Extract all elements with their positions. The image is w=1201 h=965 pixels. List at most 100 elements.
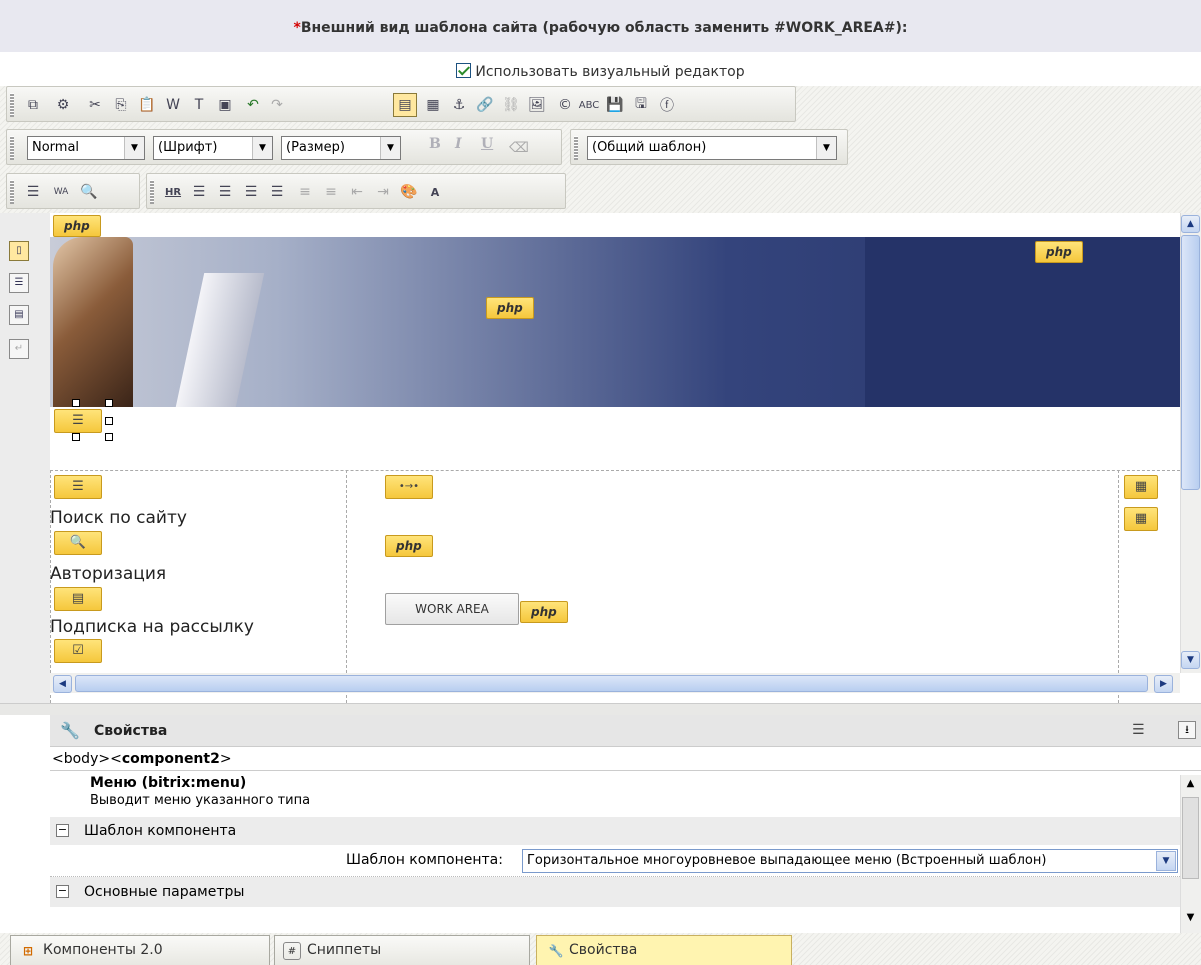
save-icon[interactable]: 💾 (603, 93, 627, 117)
dock-icon[interactable]: ⭳ (1178, 721, 1196, 739)
toolbar-grip[interactable] (10, 136, 14, 160)
snippets-panel-icon[interactable]: ▤ (9, 305, 29, 325)
auth-label: Авторизация (50, 564, 167, 584)
scroll-up-arrow-icon[interactable]: ▲ (1181, 775, 1200, 793)
php-block[interactable]: php (486, 297, 534, 319)
work-area-block[interactable]: WORK AREA (385, 593, 519, 625)
group-basic-params[interactable]: − Основные параметры (50, 877, 1180, 907)
visual-editor-checkbox[interactable] (456, 63, 472, 78)
anchor-icon[interactable]: ⚓ (447, 93, 471, 117)
table-icon[interactable]: ▦ (421, 93, 445, 117)
auth-component-icon[interactable]: ▤ (54, 587, 102, 611)
borders-icon[interactable]: ▤ (393, 93, 417, 117)
eraser-icon[interactable]: ⌫ (507, 136, 531, 160)
copy-icon[interactable]: ⎘ (109, 93, 133, 117)
save-as-icon[interactable]: 🖫 (629, 93, 653, 117)
calendar-component-icon[interactable]: ▦ (1124, 507, 1158, 531)
spellcheck-icon[interactable]: ABC (577, 93, 601, 117)
font-select[interactable]: (Шрифт) ▼ (153, 136, 273, 160)
style-select[interactable]: Normal ▼ (27, 136, 145, 160)
settings-icon[interactable]: ⚙ (51, 93, 75, 117)
panel-splitter[interactable] (0, 703, 1201, 715)
param-label: Шаблон компонента: (346, 852, 503, 868)
unlink-icon[interactable]: ⛓ (499, 93, 523, 117)
php-block[interactable]: php (520, 601, 568, 623)
header-title: Внешний вид шаблона сайта (рабочую облас… (300, 20, 908, 36)
template-select[interactable]: (Общий шаблон) ▼ (587, 136, 837, 160)
php-block[interactable]: php (385, 535, 433, 557)
vertical-scroll-thumb[interactable] (1181, 235, 1200, 490)
scroll-down-arrow-icon[interactable]: ▼ (1181, 909, 1200, 927)
toolbar-grip[interactable] (574, 136, 578, 160)
resize-handle[interactable] (72, 433, 80, 441)
visual-editor-label[interactable]: Использовать визуальный редактор (475, 64, 744, 80)
resize-handle[interactable] (105, 433, 113, 441)
unordered-list-icon[interactable]: ≡ (319, 180, 343, 204)
underline-button[interactable]: U (481, 136, 493, 152)
menu-component-icon[interactable]: ☰ (54, 409, 102, 433)
components-panel-icon[interactable]: ☰ (21, 180, 45, 204)
background-color-icon[interactable]: 🎨 (397, 180, 421, 204)
search-component-icon[interactable]: 🔍 (54, 531, 102, 555)
tab-components[interactable]: ⊞ Компоненты 2.0 (10, 935, 270, 965)
image-icon[interactable]: 🖼 (525, 93, 549, 117)
bold-button[interactable]: B (429, 136, 441, 152)
scroll-up-arrow-icon[interactable]: ▲ (1181, 215, 1200, 233)
cut-icon[interactable]: ✂ (83, 93, 107, 117)
scroll-down-arrow-icon[interactable]: ▼ (1181, 651, 1200, 669)
align-center-icon[interactable]: ☰ (213, 180, 237, 204)
horizontal-scroll-thumb[interactable] (75, 675, 1148, 692)
paste-icon[interactable]: 📋 (135, 93, 159, 117)
properties-scroll-thumb[interactable] (1182, 797, 1199, 879)
resize-handle[interactable] (105, 417, 113, 425)
undo-icon[interactable]: ↶ (241, 93, 265, 117)
wrap-icon[interactable]: ↵ (9, 339, 29, 359)
flash-icon[interactable]: ⓕ (655, 93, 679, 117)
php-block[interactable]: php (1035, 241, 1083, 263)
special-char-icon[interactable]: © (553, 93, 577, 117)
redo-icon[interactable]: ↷ (265, 93, 289, 117)
work-area-icon[interactable]: WA (49, 180, 73, 204)
toolbar-grip[interactable] (150, 180, 154, 204)
toolbar-grip[interactable] (10, 180, 14, 204)
link-icon[interactable]: 🔗 (473, 93, 497, 117)
main-toolbar: ⧉ ⚙ ✂ ⎘ 📋 W T ▣ ↶ ↷ ▤ ▦ ⚓ 🔗 ⛓ 🖼 © ABC 💾 … (6, 86, 796, 122)
list-mode-icon[interactable]: ☰ (1132, 722, 1145, 738)
scroll-left-arrow-icon[interactable]: ◀ (53, 675, 72, 693)
paste-word-icon[interactable]: W (161, 93, 185, 117)
align-left-icon[interactable]: ☰ (187, 180, 211, 204)
tab-properties[interactable]: 🔧 Свойства (536, 935, 792, 965)
php-block[interactable]: php (53, 215, 101, 237)
subscribe-component-icon[interactable]: ☑ (54, 639, 102, 663)
scroll-right-arrow-icon[interactable]: ▶ (1154, 675, 1173, 693)
paste-text-icon[interactable]: T (187, 93, 211, 117)
menu-component-icon[interactable]: ☰ (54, 475, 102, 499)
component-panel-icon[interactable]: ▯ (9, 241, 29, 261)
template-param-select[interactable]: Горизонтальное многоуровневое выпадающее… (522, 849, 1178, 873)
tag-path: <body><component2> (50, 747, 1201, 771)
indent-icon[interactable]: ⇥ (371, 180, 395, 204)
ordered-list-icon[interactable]: ≡ (293, 180, 317, 204)
group-component-template[interactable]: − Шаблон компонента (50, 817, 1180, 845)
resize-handle[interactable] (105, 399, 113, 407)
breadcrumb-component-icon[interactable]: •→• (385, 475, 433, 499)
size-select[interactable]: (Размер) ▼ (281, 136, 401, 160)
format-toolbar: Normal ▼ (Шрифт) ▼ (Размер) ▼ B I U ⌫ (6, 129, 562, 165)
search-icon[interactable]: 🔍 (77, 180, 101, 204)
editor-canvas[interactable]: php php php ☰ ☰ Поиск по сайту 🔍 Авториз… (50, 213, 1180, 703)
font-color-icon[interactable]: A (423, 180, 447, 204)
properties-panel-icon[interactable]: ☰ (9, 273, 29, 293)
align-right-icon[interactable]: ☰ (239, 180, 263, 204)
banner-dark-area (865, 237, 1180, 407)
resize-handle[interactable] (72, 399, 80, 407)
align-justify-icon[interactable]: ☰ (265, 180, 289, 204)
calendar-component-icon[interactable]: ▦ (1124, 475, 1158, 499)
properties-header: 🔧 Свойства ☰ ⭳ (50, 715, 1201, 747)
select-all-icon[interactable]: ▣ (213, 93, 237, 117)
fullscreen-icon[interactable]: ⧉ (21, 93, 45, 117)
tab-snippets[interactable]: # Сниппеты (274, 935, 530, 965)
outdent-icon[interactable]: ⇤ (345, 180, 369, 204)
toolbar-grip[interactable] (10, 93, 14, 117)
italic-button[interactable]: I (455, 136, 462, 152)
horizontal-rule-icon[interactable]: HR (161, 180, 185, 204)
